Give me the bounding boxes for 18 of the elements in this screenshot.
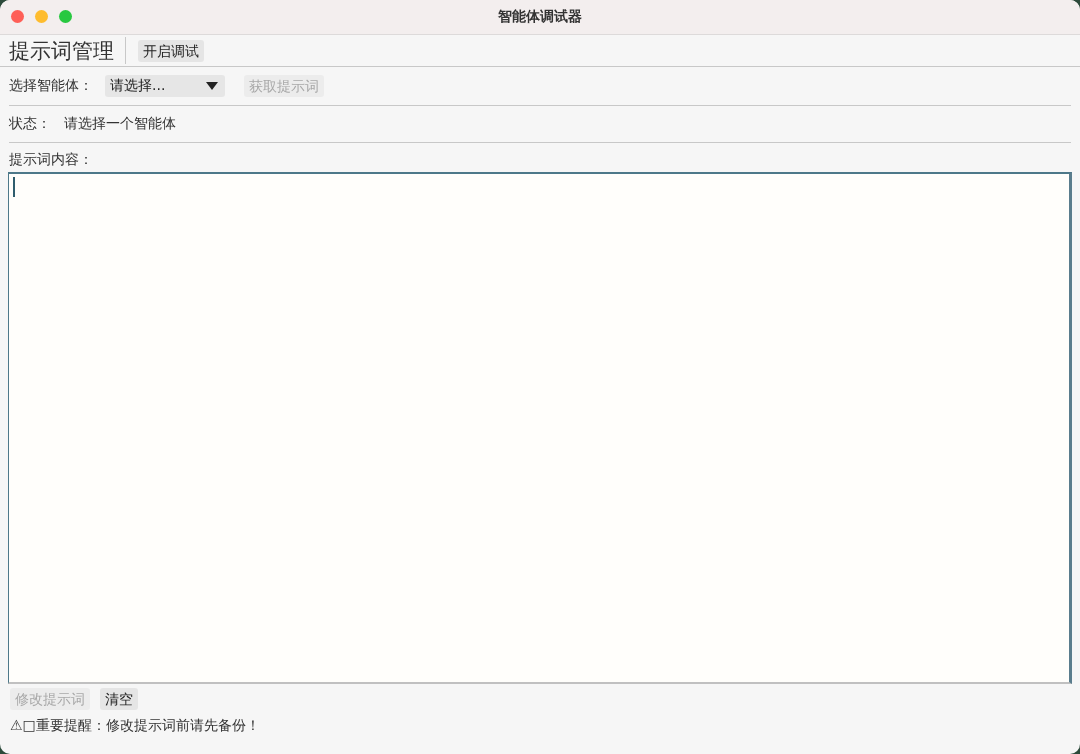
agent-dropdown[interactable]: 请选择... [105, 75, 225, 97]
minimize-icon[interactable] [35, 10, 48, 23]
prompt-text-area[interactable] [8, 172, 1072, 684]
button[interactable]: 开启调试 [138, 39, 204, 62]
disabled-button: 修改提示词 [10, 688, 90, 710]
dropdown-caret-icon [206, 82, 218, 90]
close-icon[interactable] [11, 10, 24, 23]
text-cursor-icon [13, 177, 15, 197]
section-heading: 提示词管理 [9, 37, 114, 65]
status-text: 请选择一个智能体 [64, 115, 176, 133]
field-label: 选择智能体： [9, 77, 93, 95]
warning-text: ⚠□重要提醒：修改提示词前请先备份！ [10, 716, 261, 735]
field-label: 提示词内容： [9, 151, 93, 169]
window-title: 智能体调试器 [498, 8, 582, 26]
button[interactable]: 清空 [100, 688, 138, 710]
status-label: 状态： [9, 115, 51, 133]
zoom-icon[interactable] [59, 10, 72, 23]
disabled-button: 获取提示词 [244, 75, 324, 97]
